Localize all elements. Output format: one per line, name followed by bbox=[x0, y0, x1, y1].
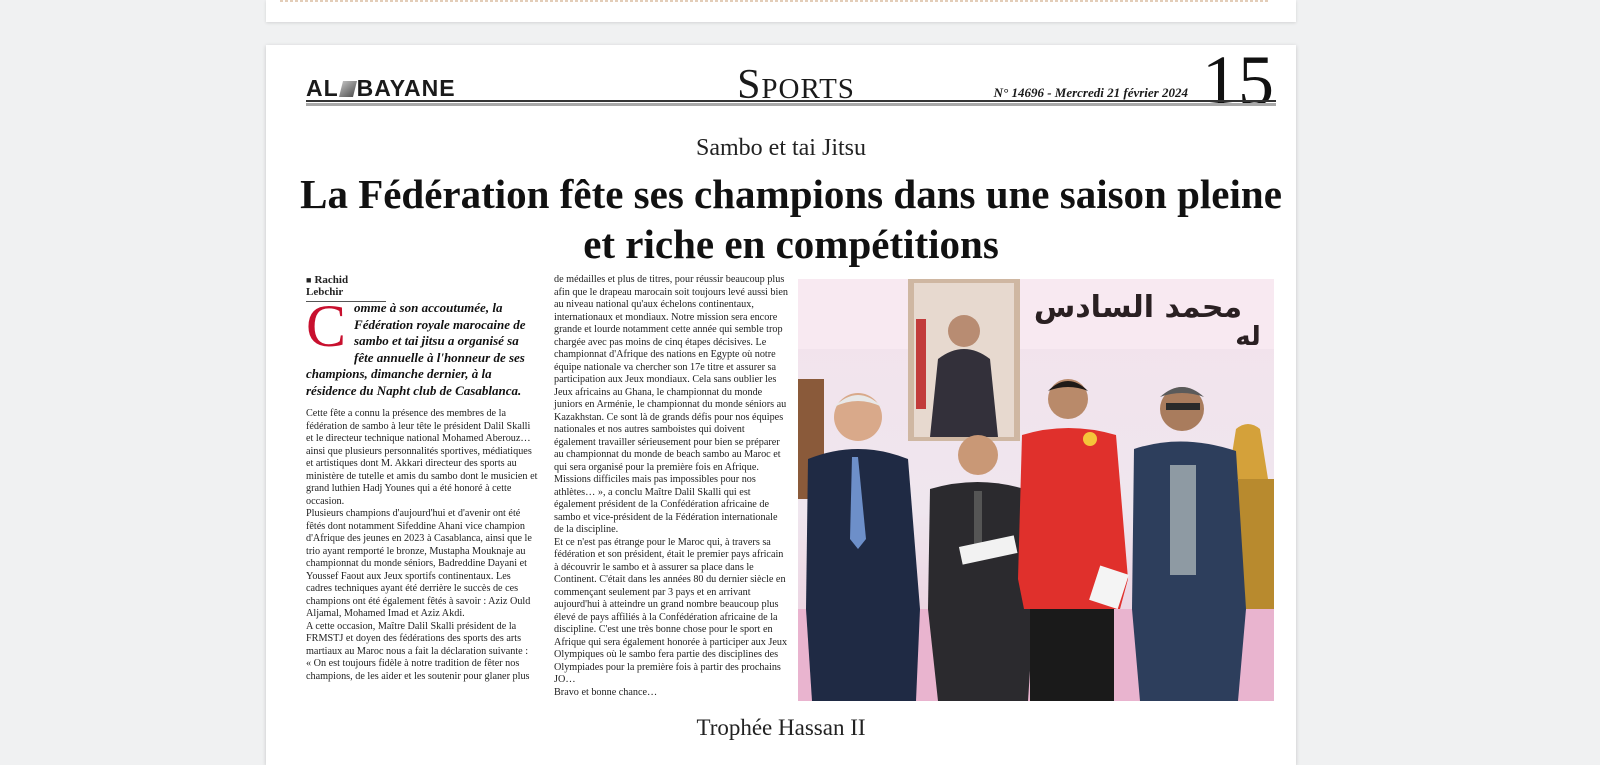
body-column-1: Cette fête a connu la présence des membr… bbox=[306, 408, 538, 683]
article-headline: La Fédération fête ses champions dans un… bbox=[300, 171, 1282, 267]
paragraph: « On est toujours fidèle à notre traditi… bbox=[306, 658, 530, 682]
paragraph: Plusieurs champions d'aujourd'hui et d'a… bbox=[306, 508, 532, 619]
person-3-trousers bbox=[1030, 609, 1114, 701]
paragraph: de médailles et plus de titres, pour réu… bbox=[554, 274, 788, 535]
photo-illustration: محمد السادس له bbox=[798, 279, 1274, 701]
masthead-rule-grey bbox=[306, 103, 1276, 106]
logo-text-2: BAYANE bbox=[356, 75, 456, 101]
person-1-suit bbox=[806, 449, 920, 701]
portrait-figure bbox=[930, 349, 998, 437]
person-4-shirt bbox=[1170, 465, 1196, 575]
person-2-head bbox=[958, 435, 998, 475]
person-4-glasses bbox=[1166, 403, 1200, 410]
page-border-decoration bbox=[280, 0, 1268, 2]
masthead: AL BAYANE Sports N° 14696 - Mercredi 21 f… bbox=[306, 41, 1276, 121]
paragraph: Cette fête a connu la présence des membr… bbox=[306, 408, 538, 507]
article-lead: Comme à son accoutumée, la Fédération ro… bbox=[306, 293, 536, 399]
page-number: 15 bbox=[1202, 41, 1274, 121]
banner-arabic-text-2: له bbox=[1235, 322, 1261, 352]
team-badge bbox=[1083, 432, 1097, 446]
paragraph: A cette occasion, Maître Dalil Skalli pr… bbox=[306, 620, 529, 657]
masthead-rule bbox=[306, 100, 1276, 102]
person-2-tie bbox=[974, 491, 982, 551]
logo-text-1: AL bbox=[306, 75, 339, 101]
newspaper-page: AL BAYANE Sports N° 14696 - Mercredi 21 f… bbox=[266, 41, 1296, 765]
square-bullet-icon: ■ bbox=[306, 275, 312, 285]
newspaper-logo: AL BAYANE bbox=[306, 75, 456, 102]
drop-cap: C bbox=[306, 293, 347, 359]
portrait-flag bbox=[916, 319, 926, 409]
article-photo: محمد السادس له bbox=[798, 279, 1274, 701]
portrait-head bbox=[948, 315, 980, 347]
article-kicker: Sambo et tai Jitsu bbox=[696, 135, 866, 161]
previous-page bbox=[266, 0, 1296, 22]
banner-arabic-text: محمد السادس bbox=[1034, 290, 1242, 325]
paragraph: Et ce n'est pas étrange pour le Maroc qu… bbox=[554, 536, 788, 686]
paragraph: Bravo et bonne chance… bbox=[554, 686, 658, 698]
body-column-2: de médailles et plus de titres, pour réu… bbox=[554, 274, 788, 699]
issue-date: N° 14696 - Mercredi 21 février 2024 bbox=[993, 85, 1188, 100]
next-article-kicker: Trophée Hassan II bbox=[696, 715, 866, 740]
logo-mark-icon bbox=[338, 81, 357, 97]
